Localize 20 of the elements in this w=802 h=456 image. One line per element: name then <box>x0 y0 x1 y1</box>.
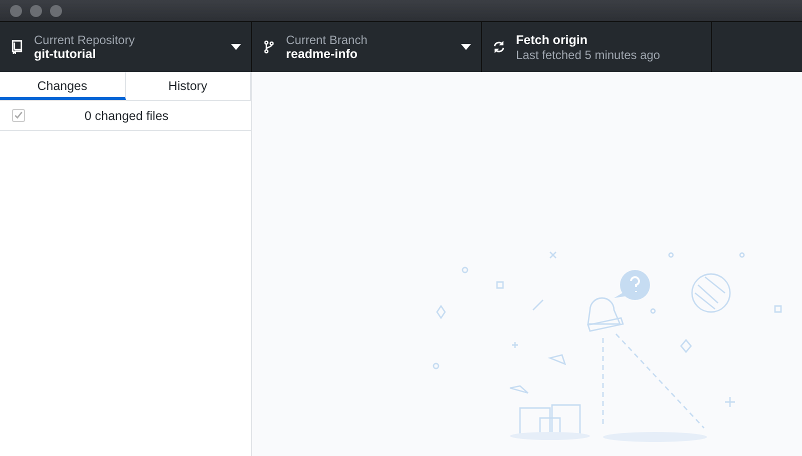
toolbar-value: Last fetched 5 minutes ago <box>516 48 662 62</box>
toolbar-label: Fetch origin <box>516 32 589 48</box>
branch-icon <box>262 40 276 54</box>
caret-icon <box>461 44 471 50</box>
minimize-button[interactable] <box>30 4 42 16</box>
repository-icon <box>10 40 24 54</box>
zoom-button[interactable] <box>50 4 62 16</box>
toolbar-button[interactable]: Current Branch readme-info <box>252 22 482 72</box>
tab[interactable]: Changes <box>0 72 126 100</box>
checkbox[interactable] <box>12 109 25 122</box>
toolbar-button[interactable]: Fetch origin Last fetched 5 minutes ago <box>482 22 712 72</box>
sync-icon <box>492 40 506 54</box>
toolbar-value: git-tutorial <box>34 46 97 62</box>
toolbar-value: readme-info <box>286 46 359 62</box>
changed-files-count: 0 changed files <box>83 108 170 122</box>
toolbar-label: Current Branch <box>286 32 368 46</box>
tab[interactable]: History <box>126 72 251 100</box>
close-button[interactable] <box>10 4 22 16</box>
toolbar-label: Current Repository <box>34 32 136 46</box>
caret-icon <box>231 44 241 50</box>
